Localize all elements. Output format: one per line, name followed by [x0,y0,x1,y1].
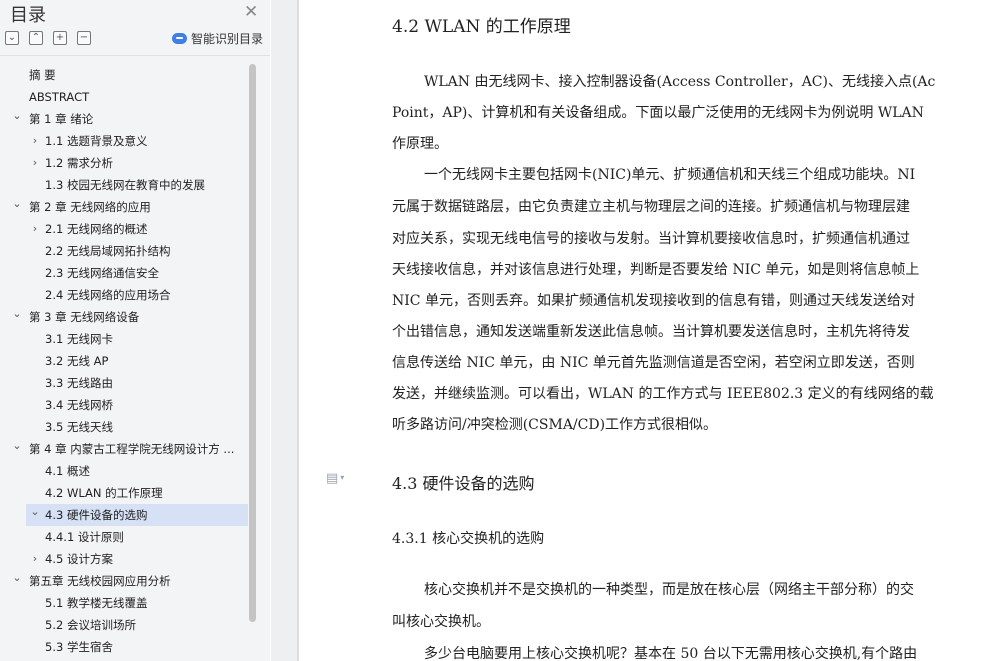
toc-item-label: 第 4 章 内蒙古工程学院无线网设计方 ... [29,442,235,456]
toc-item[interactable]: ⌄ 第 1 章 绪论 [0,108,270,130]
body-line: NIC 单元，否则丢弃。如果扩频通信机发现接收到的信息有错，则通过天线发送给对 [392,293,915,309]
toc-item[interactable]: 5.1 教学楼无线覆盖 [0,592,270,614]
body-line: 作原理。 [392,136,448,152]
toc-item[interactable]: ⌄ 第 2 章 无线网络的应用 [0,196,270,218]
toc-item-label: 2.1 无线网络的概述 [45,222,148,236]
toc-scrollbar-thumb[interactable] [249,64,256,622]
toc-item-label: 3.4 无线网桥 [45,398,113,412]
chevron-right-icon[interactable]: › [30,218,40,240]
toc-item-label: 2.4 无线网络的应用场合 [45,288,171,302]
body-line: 核心交换机并不是交换机的一种类型，而是放在核心层（网络主干部分称）的交 [424,582,914,598]
chevron-down-icon[interactable]: ⌄ [12,567,22,589]
cloud-icon [172,33,187,44]
body-line: Point，AP)、计算机和有关设备组成。下面以最广泛使用的无线网卡为例说明 W… [392,105,924,121]
toc-item-label: 3.3 无线路由 [45,376,113,390]
toc-item-label: 1.3 校园无线网在教育中的发展 [45,178,205,192]
smart-toc-button[interactable]: 智能识别目录 [172,30,263,47]
page-gutter [271,0,299,661]
chevron-down-icon[interactable]: ⌄ [12,193,22,215]
toc-item-label: 3.1 无线网卡 [45,332,113,346]
toc-item[interactable]: 2.2 无线局域网拓扑结构 [0,240,270,262]
toc-item-label: 摘 要 [29,68,56,82]
toc-pane: 目录 ✕ ⌄ ⌃ + − 智能识别目录 摘 要 ABSTRACT ⌄ 第 1 章 绪论… [0,0,270,661]
toc-item[interactable]: › 4.5 设计方案 [0,548,270,570]
chevron-right-icon[interactable]: › [30,548,40,570]
toc-item[interactable]: › 1.1 选题背景及意义 [0,130,270,152]
body-line: 元属于数据链路层，由它负责建立主机与物理层之间的连接。扩频通信机与物理层建 [392,199,910,215]
chevron-right-icon[interactable]: › [30,130,40,152]
toc-item[interactable]: 4.4.1 设计原则 [0,526,270,548]
toc-item-label: 5.3 学生宿舍 [45,640,113,654]
toc-item-label: 2.3 无线网络通信安全 [45,266,159,280]
toc-item[interactable]: ABSTRACT [0,86,270,108]
expand-all-icon[interactable]: + [53,31,67,45]
toc-item[interactable]: 5.2 会议培训场所 [0,614,270,636]
toc-item[interactable]: 3.1 无线网卡 [0,328,270,350]
document-page: 4.2 WLAN 的工作原理 WLAN 由无线网卡、接入控制器设备(Access… [299,0,982,661]
toc-item-label: 第 1 章 绪论 [29,112,94,126]
toc-item-label: 第 3 章 无线网络设备 [29,310,140,324]
smart-toc-label: 智能识别目录 [191,32,264,46]
chevron-down-icon[interactable]: ⌄ [12,435,22,457]
chevron-down-icon[interactable]: ⌄ [12,105,22,127]
collapse-down-icon[interactable]: ⌄ [5,31,19,45]
toc-item[interactable]: 3.4 无线网桥 [0,394,270,416]
toc-item[interactable]: › 2.1 无线网络的概述 [0,218,270,240]
toc-item-label: 1.2 需求分析 [45,156,113,170]
toc-item-label: 4.1 概述 [45,464,90,478]
toc-item-label: 4.4.1 设计原则 [45,530,124,544]
body-line: 听多路访问/冲突检测(CSMA/CD)工作方式很相似。 [392,417,718,433]
toc-item-label: 5.2 会议培训场所 [45,618,136,632]
toc-item[interactable]: 4.2 WLAN 的工作原理 [0,482,270,504]
toc-item[interactable]: ⌄ 第 4 章 内蒙古工程学院无线网设计方 ... [0,438,270,460]
toc-item-label: 2.2 无线局域网拓扑结构 [45,244,171,258]
toc-item[interactable]: 2.4 无线网络的应用场合 [0,284,270,306]
toc-item-label: 1.1 选题背景及意义 [45,134,148,148]
heading-4-3-1: 4.3.1 核心交换机的选购 [392,531,545,547]
toc-item-label: 3.2 无线 AP [45,354,109,368]
toc-item-label: 4.5 设计方案 [45,552,113,566]
toc-item[interactable]: 2.3 无线网络通信安全 [0,262,270,284]
collapse-all-icon[interactable]: − [77,31,91,45]
toc-item[interactable]: 3.5 无线天线 [0,416,270,438]
toc-item-label: 5.1 教学楼无线覆盖 [45,596,148,610]
body-line: 个出错信息，通知发送端重新发送此信息帧。当计算机要发送信息时，主机先将待发 [392,324,910,340]
body-line: 多少台电脑要用上核心交换机呢？基本在 50 台以下无需用核心交换机,有个路由 [424,646,918,661]
body-line: 对应关系，实现无线电信号的接收与发射。当计算机要接收信息时，扩频通信机通过 [392,231,910,247]
toc-item[interactable]: 3.3 无线路由 [0,372,270,394]
toc-item-label: 第五章 无线校园网应用分析 [29,574,171,588]
chevron-right-icon[interactable]: › [30,152,40,174]
toc-title: 目录 [10,5,46,26]
body-line: 信息传送给 NIC 单元，由 NIC 单元首先监测信道是否空闲，若空闲立即发送，… [392,355,915,371]
toc-item[interactable]: ⌄ 4.3 硬件设备的选购 [26,504,248,526]
toc-item[interactable]: 摘 要 [0,64,270,86]
toc-item[interactable]: 3.2 无线 AP [0,350,270,372]
toc-item[interactable]: ⌄ 第 3 章 无线网络设备 [0,306,270,328]
body-line: 发送，并继续监测。可以看出，WLAN 的工作方式与 IEEE802.3 定义的有… [392,386,934,402]
toc-divider [0,55,270,56]
chevron-down-icon[interactable]: ⌄ [12,303,22,325]
toc-list: 摘 要 ABSTRACT ⌄ 第 1 章 绪论 › 1.1 选题背景及意义 › 1.2 需求分… [0,64,270,658]
toc-item[interactable]: 4.1 概述 [0,460,270,482]
toc-item-label: 4.2 WLAN 的工作原理 [45,486,163,500]
heading-4-3: 4.3 硬件设备的选购 [392,474,535,493]
toc-item-label: 3.5 无线天线 [45,420,113,434]
toc-item-label: 4.3 硬件设备的选购 [45,508,148,522]
body-line: WLAN 由无线网卡、接入控制器设备(Access Controller，AC)… [424,74,936,90]
toc-item-label: 第 2 章 无线网络的应用 [29,200,151,214]
toc-item[interactable]: 5.3 学生宿舍 [0,636,270,658]
close-icon[interactable]: ✕ [244,2,258,22]
toc-item[interactable]: › 1.2 需求分析 [0,152,270,174]
toc-item[interactable]: 1.3 校园无线网在教育中的发展 [0,174,270,196]
body-line: 天线接收信息，并对该信息进行处理，判断是否要发给 NIC 单元，如是则将信息帧上 [392,262,920,278]
collapse-up-icon[interactable]: ⌃ [29,31,43,45]
body-line: 一个无线网卡主要包括网卡(NIC)单元、扩频通信机和天线三个组成功能块。NI [424,167,916,183]
body-line: 叫核心交换机。 [392,614,490,630]
toc-item[interactable]: ⌄ 第五章 无线校园网应用分析 [0,570,270,592]
toc-item-label: ABSTRACT [29,90,90,104]
chevron-down-icon[interactable]: ⌄ [30,501,40,523]
heading-4-2: 4.2 WLAN 的工作原理 [392,17,571,37]
paragraph-options-icon[interactable]: ▤ ▾ [326,471,344,486]
